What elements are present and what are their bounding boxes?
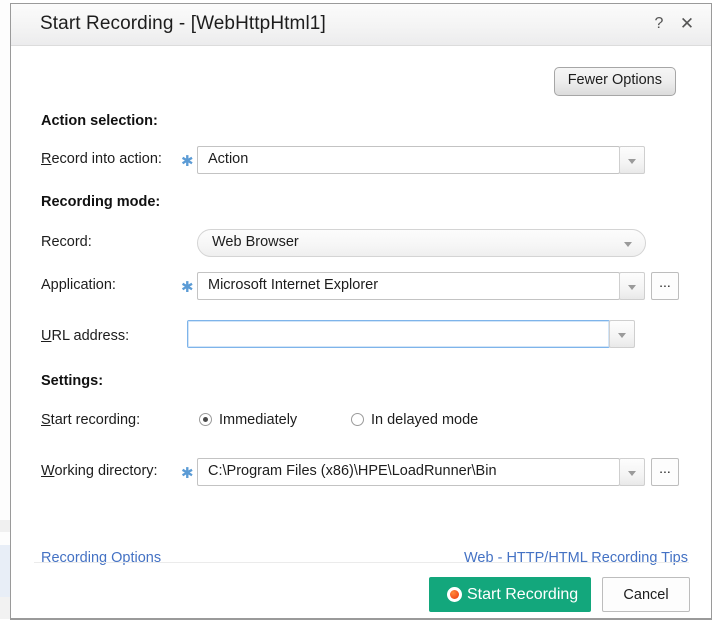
help-icon[interactable]: ? (649, 15, 669, 33)
url-address-label: URL address: (41, 328, 129, 344)
dialog-footer: Start Recording Cancel (11, 563, 711, 619)
start-recording-accesskey: S (41, 412, 51, 428)
chevron-down-icon (628, 471, 636, 476)
close-icon[interactable]: ✕ (677, 15, 697, 33)
dialog-titlebar: Start Recording - [WebHttpHtml1] ? ✕ (11, 4, 711, 46)
url-address-dropdown-button[interactable] (609, 320, 635, 348)
record-into-action-label: Record into action: (41, 151, 162, 167)
start-recording-button[interactable]: Start Recording (429, 577, 591, 612)
record-into-action-value: Action (208, 151, 249, 167)
host-bottom-strip (0, 619, 724, 629)
record-mode-dropdown[interactable]: Web Browser (197, 229, 646, 257)
record-mode-value: Web Browser (212, 234, 299, 250)
radio-in-delayed-mode[interactable]: In delayed mode (351, 412, 478, 428)
url-address-label-rest: RL address: (51, 328, 130, 344)
radio-immediately[interactable]: Immediately (199, 412, 297, 428)
working-directory-label-rest: orking directory: (54, 463, 158, 479)
record-into-action-input[interactable]: Action (197, 146, 620, 174)
application-browse-button[interactable]: ... (651, 272, 679, 300)
working-directory-required-star: ✱ (181, 464, 194, 482)
working-directory-input[interactable]: C:\Program Files (x86)\HPE\LoadRunner\Bi… (197, 458, 620, 486)
application-dropdown-button[interactable] (619, 272, 645, 300)
dialog-title: Start Recording - [WebHttpHtml1] (40, 13, 326, 34)
record-dot-icon (447, 587, 462, 602)
start-recording-label: Start recording: (41, 412, 140, 428)
start-recording-label-rest: tart recording: (50, 412, 141, 428)
record-into-action-required-star: ✱ (181, 152, 194, 170)
application-input[interactable]: Microsoft Internet Explorer (197, 272, 620, 300)
dialog-body: Fewer Options Action selection: Record i… (11, 46, 711, 579)
host-left-strip (0, 0, 10, 629)
application-required-star: ✱ (181, 278, 194, 296)
working-directory-label: Working directory: (41, 463, 158, 479)
url-address-accesskey: U (41, 328, 52, 344)
host-background-row-b (0, 545, 10, 597)
radio-in-delayed-mode-label: In delayed mode (371, 412, 479, 428)
radio-immediately-label: Immediately (219, 412, 298, 428)
host-background-row-c (0, 597, 10, 619)
working-directory-accesskey: W (41, 463, 55, 479)
chevron-down-icon (618, 333, 626, 338)
start-recording-dialog: Start Recording - [WebHttpHtml1] ? ✕ Few… (10, 3, 712, 620)
chevron-down-icon (628, 159, 636, 164)
url-address-input[interactable] (187, 320, 610, 348)
fewer-options-button[interactable]: Fewer Options (553, 67, 676, 96)
radio-immediately-dot (199, 413, 212, 426)
record-into-action-label-rest: ecord into action: (51, 151, 162, 167)
cancel-button[interactable]: Cancel (602, 577, 690, 612)
start-recording-button-label: Start Recording (467, 586, 579, 603)
record-label: Record: (41, 234, 92, 250)
application-value: Microsoft Internet Explorer (208, 277, 379, 293)
section-heading-recording-mode: Recording mode: (41, 194, 161, 210)
chevron-down-icon (624, 242, 632, 247)
record-into-action-dropdown-button[interactable] (619, 146, 645, 174)
chevron-down-icon (628, 285, 636, 290)
record-into-action-accesskey: R (41, 151, 52, 167)
application-label: Application: (41, 277, 116, 293)
working-directory-dropdown-button[interactable] (619, 458, 645, 486)
working-directory-browse-button[interactable]: ... (651, 458, 679, 486)
section-heading-action-selection: Action selection: (41, 113, 158, 129)
radio-in-delayed-mode-dot (351, 413, 364, 426)
section-heading-settings: Settings: (41, 373, 104, 389)
working-directory-value: C:\Program Files (x86)\HPE\LoadRunner\Bi… (208, 463, 497, 479)
host-background-row-a (0, 520, 10, 532)
